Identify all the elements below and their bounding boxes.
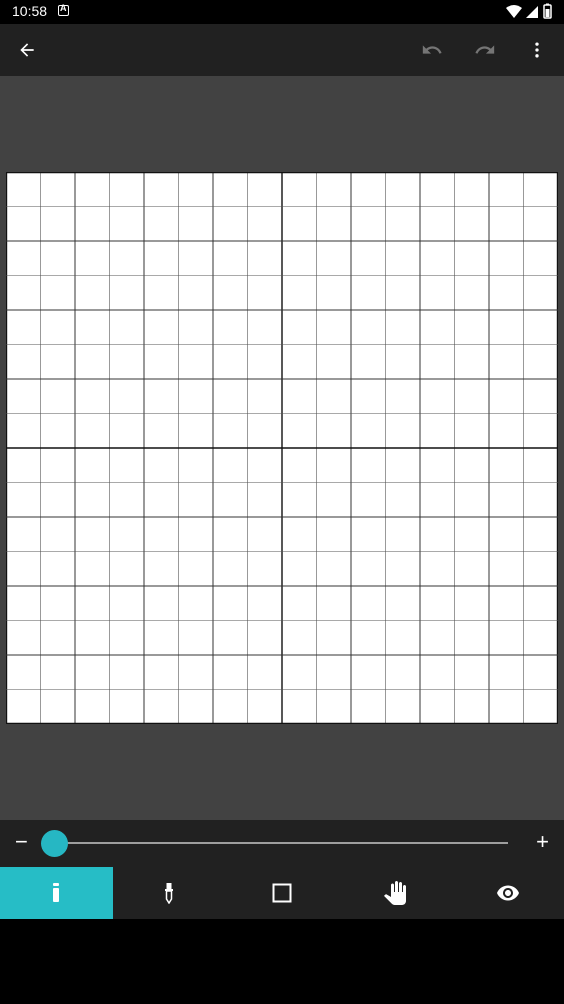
status-icons xyxy=(506,3,552,19)
square-icon xyxy=(272,883,292,903)
undo-icon xyxy=(422,45,442,54)
eyedropper-icon xyxy=(165,883,174,904)
pan-tool[interactable] xyxy=(338,867,451,919)
redo-button[interactable] xyxy=(471,36,499,64)
redo-icon xyxy=(475,45,495,54)
eye-icon xyxy=(496,885,519,901)
zoom-in-button[interactable]: + xyxy=(536,830,549,854)
system-navigation-area xyxy=(0,919,564,1004)
eyedropper-tool[interactable] xyxy=(113,867,226,919)
rectangle-tool[interactable] xyxy=(226,867,339,919)
wifi-icon xyxy=(506,5,522,18)
more-vert-icon xyxy=(535,42,539,58)
pencil-tool[interactable] xyxy=(0,867,113,919)
notification-icon xyxy=(58,3,69,16)
top-toolbar xyxy=(0,24,564,76)
zoom-slider-thumb[interactable] xyxy=(41,830,68,857)
status-time: 10:58 xyxy=(12,3,48,19)
arrow-left-icon xyxy=(20,43,34,57)
tools-row xyxy=(0,867,564,919)
undo-button[interactable] xyxy=(418,36,446,64)
signal-icon xyxy=(526,6,538,18)
pencil-icon xyxy=(53,883,60,902)
zoom-slider-row: − + xyxy=(0,820,564,867)
status-bar: 10:58 xyxy=(0,0,564,24)
zoom-slider-track[interactable] xyxy=(54,842,508,844)
zoom-out-button[interactable]: − xyxy=(15,830,28,854)
bottom-panel: − + xyxy=(0,820,564,919)
hand-icon xyxy=(383,881,406,905)
more-options-button[interactable] xyxy=(523,36,551,64)
canvas-area[interactable] xyxy=(0,76,564,820)
back-button[interactable] xyxy=(13,36,41,64)
preview-tool[interactable] xyxy=(451,867,564,919)
pixel-grid[interactable] xyxy=(6,172,558,724)
